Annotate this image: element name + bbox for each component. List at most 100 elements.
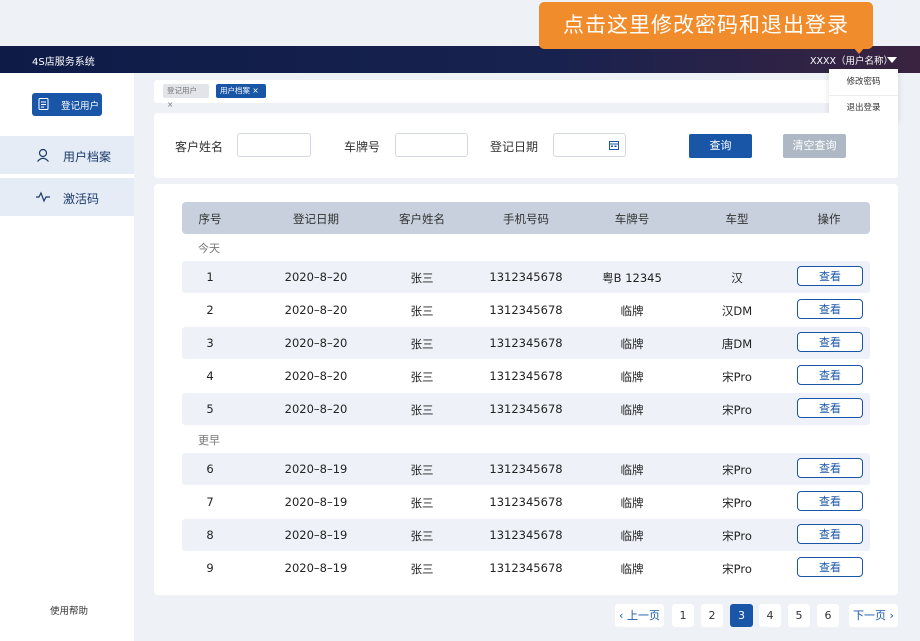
- table-row: 7 2020–8–19 张三 1312345678 临牌 宋Pro 查看: [182, 486, 870, 518]
- cell-index: 6: [206, 462, 214, 476]
- page-button[interactable]: 4: [759, 604, 781, 627]
- cell-plate: 临牌: [620, 496, 644, 510]
- cell-index: 1: [206, 270, 214, 284]
- table-row: 3 2020–8–20 张三 1312345678 临牌 唐DM 查看: [182, 327, 870, 359]
- cell-index: 8: [206, 528, 214, 542]
- customer-name-label: 客户姓名: [175, 140, 224, 154]
- view-button[interactable]: 查看: [797, 398, 863, 418]
- cell-phone: 1312345678: [489, 528, 563, 542]
- cell-plate: 粤B 12345: [602, 271, 662, 285]
- cell-date: 2020–8–19: [284, 495, 348, 509]
- cell-phone: 1312345678: [489, 369, 563, 383]
- register-date-label: 登记日期: [490, 140, 539, 154]
- view-button[interactable]: 查看: [797, 491, 863, 511]
- cell-phone: 1312345678: [489, 495, 563, 509]
- page-button[interactable]: 2: [701, 604, 723, 627]
- clear-query-button[interactable]: 清空查询: [783, 134, 846, 158]
- view-button[interactable]: 查看: [797, 266, 863, 286]
- tab-user-profile[interactable]: 用户档案 ×: [216, 84, 266, 98]
- sidebar-item-user-profile[interactable]: 用户档案: [0, 136, 134, 174]
- cell-customer-name: 张三: [410, 403, 434, 417]
- page-button-current[interactable]: 3: [730, 604, 753, 627]
- cell-model: 唐DM: [721, 337, 753, 351]
- register-user-label: 登记用户: [61, 101, 100, 112]
- table-row: 5 2020–8–20 张三 1312345678 临牌 宋Pro 查看: [182, 393, 870, 425]
- user-name-menu[interactable]: XXXX（用户名称）: [810, 53, 893, 67]
- calendar-icon: [609, 141, 619, 150]
- cell-phone: 1312345678: [489, 270, 563, 284]
- menu-item-change-password[interactable]: 修改密码: [829, 69, 898, 96]
- plate-number-label: 车牌号: [344, 140, 381, 154]
- group-label-earlier: 更早: [198, 434, 220, 447]
- help-link[interactable]: 使用帮助: [50, 603, 88, 617]
- column-header: 手机号码: [503, 212, 549, 226]
- column-header: 登记日期: [293, 212, 339, 226]
- search-panel: 客户姓名 车牌号 登记日期 查询 清空查询: [154, 113, 898, 178]
- cell-phone: 1312345678: [489, 303, 563, 317]
- cell-date: 2020–8–19: [284, 561, 348, 575]
- cell-model: 汉DM: [721, 304, 753, 318]
- table-row: 9 2020–8–19 张三 1312345678 临牌 宋Pro 查看: [182, 552, 870, 584]
- table-row: 4 2020–8–20 张三 1312345678 临牌 宋Pro 查看: [182, 360, 870, 392]
- view-button[interactable]: 查看: [797, 557, 863, 577]
- column-header: 序号: [198, 212, 222, 226]
- customer-name-input[interactable]: [237, 133, 311, 157]
- cell-index: 3: [206, 336, 214, 350]
- view-button[interactable]: 查看: [797, 299, 863, 319]
- document-icon: [38, 98, 49, 110]
- cell-model: 宋Pro: [722, 496, 752, 510]
- records-table: 序号 登记日期 客户姓名 手机号码 车牌号 车型 操作 今天 1 2020–8–…: [154, 184, 898, 595]
- sidebar-item-label: 激活码: [63, 192, 100, 206]
- sidebar-item-activation-code[interactable]: 激活码: [0, 178, 134, 216]
- view-button[interactable]: 查看: [797, 458, 863, 478]
- table-row: 6 2020–8–19 张三 1312345678 临牌 宋Pro 查看: [182, 453, 870, 485]
- cell-model: 宋Pro: [722, 463, 752, 477]
- cell-date: 2020–8–19: [284, 528, 348, 542]
- top-bar: 4S店服务系统 XXXX（用户名称）: [0, 46, 920, 73]
- cell-customer-name: 张三: [410, 463, 434, 477]
- callout-annotation: 点击这里修改密码和退出登录: [539, 2, 873, 49]
- cell-index: 5: [206, 402, 214, 416]
- tabs-bar: 登记用户 × 用户档案 ×: [154, 80, 898, 109]
- user-icon: [37, 148, 49, 162]
- cell-customer-name: 张三: [410, 271, 434, 285]
- view-button[interactable]: 查看: [797, 524, 863, 544]
- column-header: 客户姓名: [399, 212, 445, 226]
- cell-phone: 1312345678: [489, 336, 563, 350]
- prev-page-button[interactable]: ‹ 上一页: [615, 604, 664, 627]
- plate-number-input[interactable]: [395, 133, 468, 157]
- register-date-picker[interactable]: [553, 133, 626, 157]
- tab-register-user[interactable]: 登记用户 ×: [163, 84, 209, 109]
- query-button[interactable]: 查询: [689, 134, 752, 158]
- chevron-down-icon[interactable]: [887, 57, 897, 63]
- table-row: 2 2020–8–20 张三 1312345678 临牌 汉DM 查看: [182, 294, 870, 326]
- next-page-button[interactable]: 下一页 ›: [849, 604, 898, 627]
- cell-date: 2020–8–20: [284, 336, 348, 350]
- callout-pointer: [853, 47, 865, 54]
- page-button[interactable]: 5: [788, 604, 810, 627]
- cell-customer-name: 张三: [410, 529, 434, 543]
- cell-customer-name: 张三: [410, 562, 434, 576]
- cell-index: 9: [206, 561, 214, 575]
- page-button[interactable]: 1: [672, 604, 694, 627]
- cell-model: 宋Pro: [722, 370, 752, 384]
- cell-customer-name: 张三: [410, 304, 434, 318]
- view-button[interactable]: 查看: [797, 365, 863, 385]
- column-header: 车牌号: [614, 212, 650, 226]
- cell-plate: 临牌: [620, 403, 644, 417]
- page-button[interactable]: 6: [817, 604, 839, 627]
- pulse-icon: [36, 191, 50, 203]
- sidebar-item-label: 用户档案: [63, 150, 112, 164]
- cell-plate: 临牌: [620, 463, 644, 477]
- cell-date: 2020–8–20: [284, 270, 348, 284]
- cell-index: 7: [206, 495, 214, 509]
- view-button[interactable]: 查看: [797, 332, 863, 352]
- cell-plate: 临牌: [620, 370, 644, 384]
- cell-customer-name: 张三: [410, 337, 434, 351]
- table-header: 序号 登记日期 客户姓名 手机号码 车牌号 车型 操作: [182, 202, 870, 234]
- cell-date: 2020–8–20: [284, 369, 348, 383]
- cell-plate: 临牌: [620, 304, 644, 318]
- cell-phone: 1312345678: [489, 462, 563, 476]
- register-user-button[interactable]: 登记用户: [32, 93, 102, 116]
- app-title: 4S店服务系统: [32, 57, 95, 68]
